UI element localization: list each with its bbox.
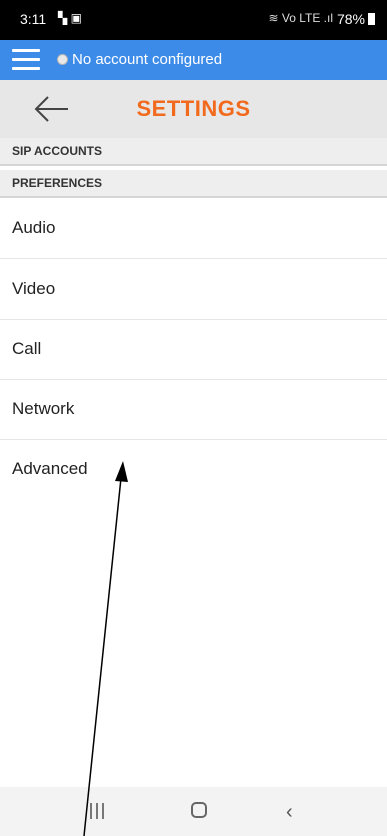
settings-item-network[interactable]: Network [0,379,387,440]
home-icon[interactable] [191,802,207,818]
list-item-label: Call [12,339,42,358]
page-title: SETTINGS [136,96,251,121]
settings-item-call[interactable]: Call [0,319,387,380]
recent-apps-icon[interactable] [90,803,104,819]
list-item-label: Network [12,399,75,418]
status-bar: 3:11 ▚ ▣ ≋ Vo LTE .ıl 78% [0,0,387,40]
notification-icons: ▚ ▣ [58,11,82,25]
account-status-bar: No account configured [0,40,387,80]
list-item-label: Video [12,279,56,298]
battery-indicator: 78% [337,11,375,27]
section-label: PREFERENCES [12,176,103,190]
list-item-label: Advanced [12,459,88,478]
battery-percent: 78% [336,11,365,27]
account-status-text: No account configured [72,51,223,68]
settings-item-audio[interactable]: Audio [0,198,387,259]
nav-back-icon[interactable]: ‹ [286,801,293,824]
section-label: SIP ACCOUNTS [12,144,103,158]
settings-header: SETTINGS [0,80,387,138]
settings-item-advanced[interactable]: Advanced [0,439,387,499]
section-sip-accounts[interactable]: SIP ACCOUNTS [0,138,387,166]
battery-icon [368,13,375,25]
account-status-dot-icon [57,54,68,65]
signal-icons: ≋ Vo LTE .ıl [268,11,333,25]
status-time: 3:11 [20,11,47,27]
hamburger-menu-icon[interactable] [12,49,40,71]
settings-item-video[interactable]: Video [0,259,387,320]
section-preferences[interactable]: PREFERENCES [0,170,387,198]
system-nav-bar: ‹ [0,787,387,836]
list-item-label: Audio [12,218,56,237]
